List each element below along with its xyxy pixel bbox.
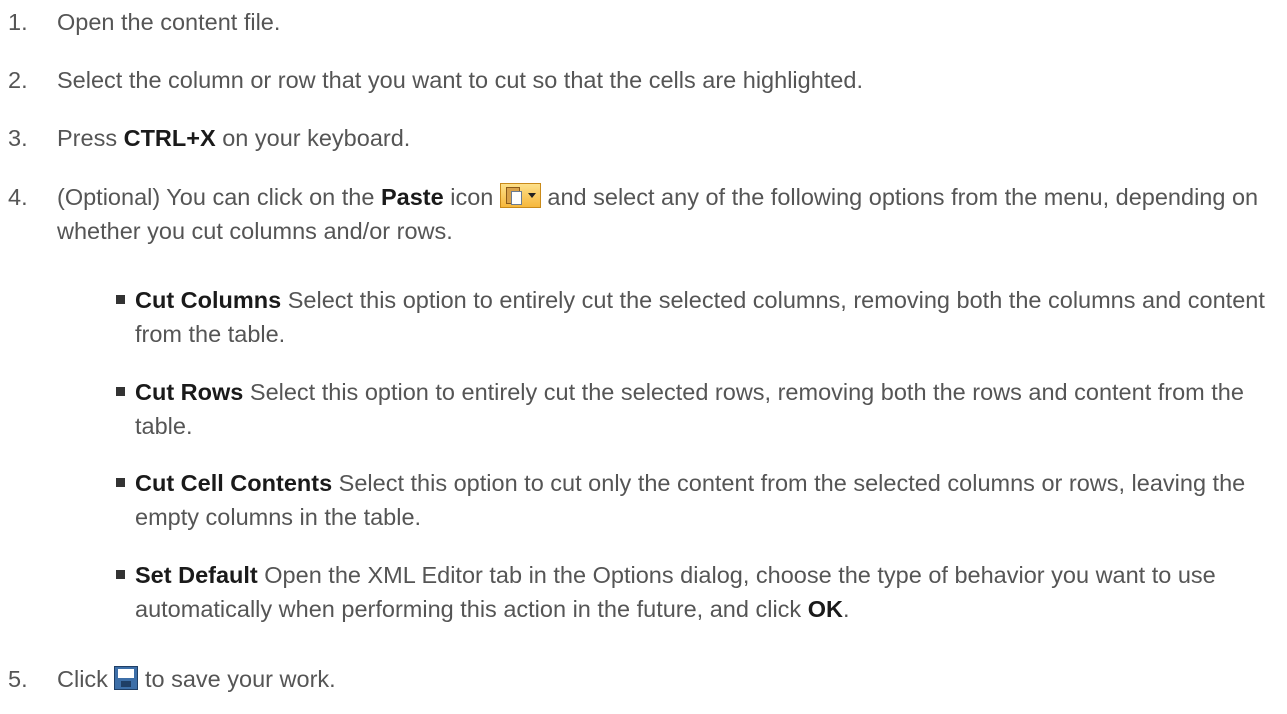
square-bullet-icon — [116, 387, 125, 396]
keyboard-shortcut: CTRL+X — [123, 125, 216, 151]
option-description: Select this option to entirely cut the s… — [135, 287, 1265, 347]
step-text-after: to save your work. — [138, 666, 336, 692]
step-text: Press CTRL+X on your keyboard. — [57, 121, 1273, 155]
step-number: 3. — [8, 125, 28, 151]
option-name: Set Default — [135, 562, 258, 588]
option-text: Cut Columns Select this option to entire… — [135, 283, 1283, 351]
square-bullet-icon — [116, 295, 125, 304]
step-text: (Optional) You can click on the Paste ic… — [57, 180, 1273, 248]
step-number: 5. — [8, 666, 28, 692]
save-icon — [114, 665, 139, 690]
option-text: Cut Rows Select this option to entirely … — [135, 375, 1283, 443]
instructions-document: 1. Open the content file. 2. Select the … — [0, 0, 1287, 714]
step-number: 1. — [8, 9, 28, 35]
step-text: Open the content file. — [57, 9, 281, 35]
paste-dropdown-icon — [499, 183, 541, 209]
step-text-before: Press — [57, 125, 124, 151]
option-end: . — [842, 596, 850, 622]
square-bullet-icon — [116, 570, 125, 579]
option-description: Open the XML Editor tab in the Options d… — [135, 562, 1216, 622]
option-name: Cut Cell Contents — [135, 470, 333, 496]
paste-label: Paste — [380, 184, 444, 210]
option-text: Cut Cell Contents Select this option to … — [135, 466, 1283, 534]
step-number: 2. — [8, 67, 28, 93]
option-description: Select this option to entirely cut the s… — [135, 379, 1244, 439]
step-text-middle: icon — [443, 184, 500, 210]
option-name: Cut Columns — [135, 287, 282, 313]
ok-label: OK — [807, 596, 843, 622]
step-number: 4. — [8, 184, 28, 210]
step-text-after: on your keyboard. — [215, 125, 411, 151]
option-name: Cut Rows — [135, 379, 244, 405]
square-bullet-icon — [116, 478, 125, 487]
step-text: Click to save your work. — [57, 662, 1273, 696]
option-text: Set Default Open the XML Editor tab in t… — [135, 558, 1283, 626]
step-text-before: (Optional) You can click on the — [57, 184, 381, 210]
step-text: Select the column or row that you want t… — [57, 67, 863, 93]
step-text-before: Click — [57, 666, 115, 692]
